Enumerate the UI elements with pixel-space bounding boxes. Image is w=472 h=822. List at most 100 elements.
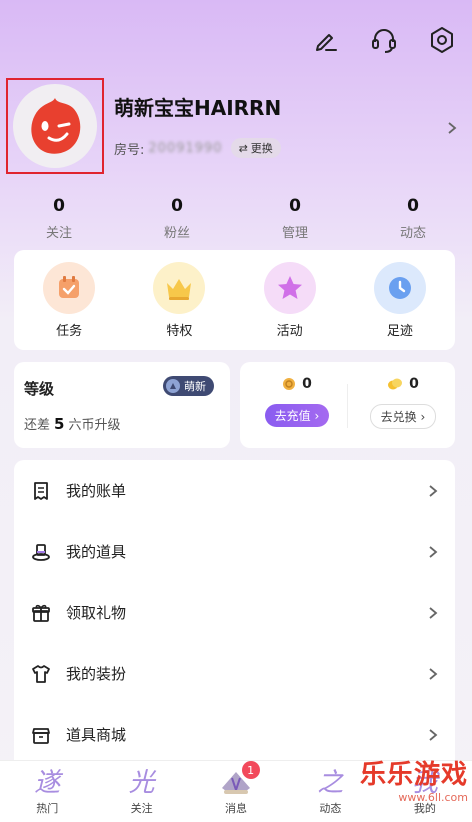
tab-moments[interactable]: 之 动态 [283, 761, 377, 822]
gift-icon [30, 602, 52, 624]
star-icon [263, 261, 316, 314]
quick-action-activity[interactable]: 活动 [250, 261, 330, 339]
profile-header[interactable]: 萌新宝宝HAIRRN 房号: 20091990 ⇄ 更换 [6, 78, 458, 174]
quick-action-label: 足迹 [386, 323, 413, 339]
gem-balance: 0 [387, 376, 419, 392]
menu-item-label: 我的道具 [66, 543, 127, 561]
tab-following[interactable]: 光 关注 [94, 761, 188, 822]
level-badge: 萌新 [163, 376, 214, 396]
menu-item-gift[interactable]: 领取礼物 [14, 582, 455, 643]
gems-column: 0 去兑换 › [358, 376, 448, 429]
edit-icon[interactable] [310, 24, 342, 56]
quick-action-footprint[interactable]: 足迹 [360, 261, 440, 339]
crown-icon [153, 261, 206, 314]
headset-icon[interactable] [368, 24, 400, 56]
tab-label: 关注 [130, 802, 153, 815]
menu-item-props[interactable]: 我的道具 [14, 521, 455, 582]
stat-count: 0 [289, 196, 301, 216]
shirt-icon [30, 663, 52, 685]
stat-label: 管理 [281, 226, 308, 241]
tab-hot[interactable]: 遂 热门 [0, 761, 94, 822]
gem-amount: 0 [409, 376, 419, 392]
stat-label: 动态 [399, 226, 426, 241]
quick-action-label: 任务 [56, 323, 83, 339]
tab-label: 动态 [319, 802, 342, 815]
menu-item-label: 道具商城 [66, 726, 127, 744]
swap-label: 更换 [250, 142, 273, 155]
message-count-badge: 1 [241, 761, 260, 779]
menu-item-label: 领取礼物 [66, 604, 127, 622]
quick-action-label: 特权 [166, 323, 193, 339]
stat-label: 关注 [45, 226, 72, 241]
task-icon [43, 261, 96, 314]
coin-amount: 0 [302, 376, 312, 392]
room-row: 房号: 20091990 ⇄ 更换 [114, 138, 281, 158]
settings-icon[interactable] [426, 24, 458, 56]
tab-hot-icon: 遂 [34, 768, 61, 798]
level-amount: 5 [54, 415, 65, 433]
menu-item-shop[interactable]: 道具商城 [14, 704, 455, 760]
level-badge-label: 萌新 [184, 380, 206, 393]
stat-count: 0 [171, 196, 183, 216]
swap-icon: ⇄ [238, 141, 248, 155]
nickname: 萌新宝宝HAIRRN [114, 96, 282, 120]
level-title: 等级 [24, 380, 55, 398]
avatar[interactable] [13, 84, 97, 168]
shop-icon [30, 724, 52, 746]
room-id: 20091990 [148, 140, 223, 156]
room-label: 房号: [114, 142, 145, 158]
tab-label: 消息 [225, 802, 248, 815]
stat-count: 0 [53, 196, 65, 216]
avatar-face-icon [31, 98, 81, 154]
tab-mine-icon: 我 [411, 768, 438, 798]
tab-messages[interactable]: 1 消息 [189, 761, 283, 822]
quick-action-privilege[interactable]: 特权 [139, 261, 219, 339]
chevron-right-icon [429, 667, 438, 680]
quick-action-task[interactable]: 任务 [29, 261, 109, 339]
stat-count: 0 [407, 196, 419, 216]
bill-icon [30, 480, 52, 502]
menu-item-label: 我的账单 [66, 482, 127, 500]
chevron-right-icon [429, 606, 438, 619]
recharge-button[interactable]: 去充值 › [264, 404, 330, 427]
tab-label: 我的 [413, 802, 436, 815]
coin-balance: 0 [282, 376, 312, 392]
stat-moments[interactable]: 0 动态 [354, 196, 472, 241]
wallet-divider [347, 384, 348, 428]
chevron-right-icon[interactable] [446, 120, 458, 139]
chevron-right-icon [429, 545, 438, 558]
tab-following-icon: 光 [128, 768, 155, 798]
chevron-right-icon [429, 728, 438, 741]
level-card[interactable]: 等级 萌新 还差 5 六币升级 [14, 362, 230, 448]
stats-row: 0 关注 0 粉丝 0 管理 0 动态 [0, 196, 472, 241]
stat-label: 粉丝 [163, 226, 190, 241]
menu-list: 我的账单 我的道具 领取礼物 我的装扮 道具商城 [14, 460, 455, 760]
stat-following[interactable]: 0 关注 [0, 196, 118, 241]
clock-icon [373, 261, 426, 314]
swap-button[interactable]: ⇄ 更换 [230, 138, 281, 158]
tab-moments-icon: 之 [317, 768, 344, 798]
level-prefix: 还差 [24, 418, 51, 433]
avatar-highlight[interactable] [6, 78, 104, 174]
tab-label: 热门 [36, 802, 59, 815]
quick-action-label: 活动 [276, 323, 303, 339]
bottom-tab-bar: 遂 热门 光 关注 1 消息 之 动态 我 我的 [0, 760, 472, 822]
stat-manage[interactable]: 0 管理 [236, 196, 354, 241]
coin-icon [283, 378, 296, 390]
chevron-right-icon [429, 484, 438, 497]
level-progress-text: 还差 5 六币升级 [24, 414, 120, 433]
menu-item-label: 我的装扮 [66, 665, 127, 683]
top-toolbar [310, 24, 458, 56]
tab-mine[interactable]: 我 我的 [378, 761, 472, 822]
stat-fans[interactable]: 0 粉丝 [118, 196, 236, 241]
level-badge-icon [166, 379, 180, 393]
hat-icon [30, 541, 52, 563]
menu-item-outfit[interactable]: 我的装扮 [14, 643, 455, 704]
exchange-button[interactable]: 去兑换 › [369, 404, 437, 429]
wallet-card: 0 去充值 › 0 去兑换 › [240, 362, 455, 448]
quick-actions-card: 任务 特权 活动 足迹 [14, 250, 455, 350]
level-suffix: 六币升级 [68, 418, 121, 433]
menu-item-bill[interactable]: 我的账单 [14, 460, 455, 521]
coins-column: 0 去充值 › [252, 376, 342, 427]
gem-icon [388, 378, 403, 390]
